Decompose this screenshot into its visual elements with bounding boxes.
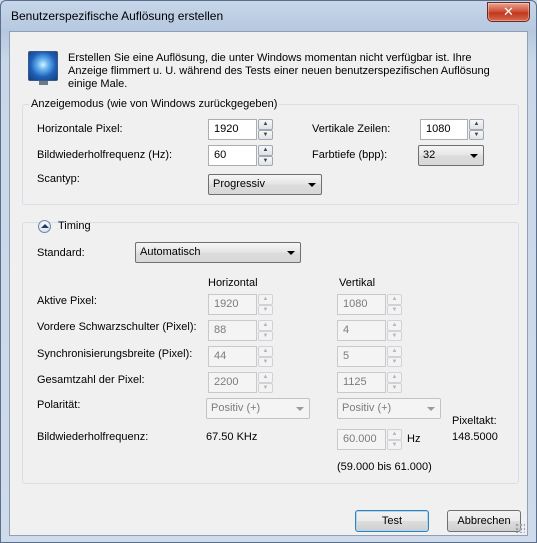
total-pixels-label: Gesamtzahl der Pixel: (37, 374, 145, 386)
active-pixels-h-spinner[interactable]: 1920 ▲ ▼ (208, 294, 273, 315)
close-icon: ✕ (503, 4, 514, 19)
chevron-down-icon (287, 251, 295, 255)
intro-text: Erstellen Sie eine Auflösung, die unter … (68, 52, 490, 90)
column-horizontal-header: Horizontal (208, 277, 258, 289)
vertical-lines-label: Vertikale Zeilen: (312, 123, 391, 135)
horizontal-pixels-spinner[interactable]: 1920 ▲ ▼ (208, 119, 273, 140)
sync-width-v-input[interactable]: 5 (337, 346, 386, 367)
active-pixels-v-input[interactable]: 1080 (337, 294, 386, 315)
vertical-frequency-spinner[interactable]: 60.000 ▲ ▼ (337, 429, 402, 450)
collapse-timing-icon[interactable] (38, 220, 51, 233)
dialog-body: Erstellen Sie eine Auflösung, die unter … (9, 31, 528, 536)
spin-up-icon[interactable]: ▲ (469, 119, 484, 130)
column-vertical-header: Vertikal (339, 277, 376, 289)
scan-type-label: Scantyp: (37, 173, 80, 185)
front-porch-h-input[interactable]: 88 (208, 320, 257, 341)
refresh-rate-input[interactable]: 60 (208, 145, 257, 166)
sync-width-label: Synchronisierungsbreite (Pixel): (37, 348, 193, 360)
monitor-icon (28, 51, 58, 85)
spin-down-icon[interactable]: ▼ (258, 382, 273, 393)
test-button[interactable]: Test (355, 510, 429, 532)
spin-up-icon[interactable]: ▲ (258, 145, 273, 156)
polarity-v-select[interactable]: Positiv (+) (337, 398, 441, 419)
scan-type-value: Progressiv (213, 178, 265, 190)
refresh-rate-label: Bildwiederholfrequenz (Hz): (37, 149, 173, 161)
sync-width-h-input[interactable]: 44 (208, 346, 257, 367)
window-title: Benutzerspezifische Auflösung erstellen (11, 9, 224, 23)
spin-down-icon[interactable]: ▼ (387, 330, 402, 341)
spin-up-icon[interactable]: ▲ (387, 320, 402, 331)
frequency-range: (59.000 bis 61.000) (337, 461, 432, 473)
timing-label[interactable]: Timing (58, 220, 91, 232)
title-bar[interactable]: Benutzerspezifische Auflösung erstellen … (1, 1, 536, 31)
scan-type-select[interactable]: Progressiv (208, 174, 322, 195)
spin-up-icon[interactable]: ▲ (258, 372, 273, 383)
resize-grip[interactable] (515, 523, 525, 533)
active-pixels-h-input[interactable]: 1920 (208, 294, 257, 315)
color-depth-select[interactable]: 32 (418, 145, 484, 166)
chevron-down-icon (470, 154, 478, 158)
spin-down-icon[interactable]: ▼ (469, 129, 484, 140)
spin-down-icon[interactable]: ▼ (387, 439, 402, 450)
pixel-clock-value: 148.5000 (452, 431, 498, 443)
horizontal-frequency-value: 67.50 KHz (206, 431, 258, 443)
refresh-frequency-label: Bildwiederholfrequenz: (37, 431, 149, 443)
pixel-clock-label: Pixeltakt: (452, 415, 497, 427)
spin-up-icon[interactable]: ▲ (258, 346, 273, 357)
spin-up-icon[interactable]: ▲ (258, 119, 273, 130)
chevron-down-icon (308, 183, 316, 187)
polarity-h-select[interactable]: Positiv (+) (206, 398, 310, 419)
spin-up-icon[interactable]: ▲ (258, 294, 273, 305)
total-pixels-h-input[interactable]: 2200 (208, 372, 257, 393)
spin-down-icon[interactable]: ▼ (387, 356, 402, 367)
polarity-label: Polarität: (37, 399, 81, 411)
standard-value: Automatisch (140, 246, 201, 258)
active-pixels-v-spinner[interactable]: 1080 ▲ ▼ (337, 294, 402, 315)
spin-down-icon[interactable]: ▼ (387, 382, 402, 393)
vertical-frequency-input[interactable]: 60.000 (337, 429, 386, 450)
horizontal-pixels-label: Horizontale Pixel: (37, 123, 123, 135)
spin-up-icon[interactable]: ▲ (387, 294, 402, 305)
dialog-window: Benutzerspezifische Auflösung erstellen … (0, 0, 537, 543)
display-mode-group-label: Anzeigemodus (wie von Windows zurückgege… (29, 98, 280, 110)
total-pixels-h-spinner[interactable]: 2200 ▲ ▼ (208, 372, 273, 393)
vertical-lines-input[interactable]: 1080 (420, 119, 468, 140)
sync-width-h-spinner[interactable]: 44 ▲ ▼ (208, 346, 273, 367)
refresh-rate-spinner[interactable]: 60 ▲ ▼ (208, 145, 273, 166)
vertical-lines-spinner[interactable]: 1080 ▲ ▼ (420, 119, 484, 140)
cancel-button[interactable]: Abbrechen (447, 510, 521, 532)
spin-down-icon[interactable]: ▼ (258, 304, 273, 315)
polarity-v-value: Positiv (+) (342, 402, 392, 414)
standard-select[interactable]: Automatisch (135, 242, 301, 263)
front-porch-v-spinner[interactable]: 4 ▲ ▼ (337, 320, 402, 341)
total-pixels-v-input[interactable]: 1125 (337, 372, 386, 393)
spin-down-icon[interactable]: ▼ (258, 356, 273, 367)
spin-down-icon[interactable]: ▼ (387, 304, 402, 315)
spin-down-icon[interactable]: ▼ (258, 155, 273, 166)
spin-down-icon[interactable]: ▼ (258, 330, 273, 341)
spin-up-icon[interactable]: ▲ (258, 320, 273, 331)
color-depth-label: Farbtiefe (bpp): (312, 149, 388, 161)
spin-up-icon[interactable]: ▲ (387, 429, 402, 440)
chevron-down-icon (296, 407, 304, 411)
active-pixels-label: Aktive Pixel: (37, 295, 97, 307)
color-depth-value: 32 (423, 149, 436, 161)
standard-label: Standard: (37, 247, 85, 259)
chevron-down-icon (427, 407, 435, 411)
total-pixels-v-spinner[interactable]: 1125 ▲ ▼ (337, 372, 402, 393)
front-porch-h-spinner[interactable]: 88 ▲ ▼ (208, 320, 273, 341)
polarity-h-value: Positiv (+) (211, 402, 261, 414)
close-button[interactable]: ✕ (487, 2, 530, 22)
spin-up-icon[interactable]: ▲ (387, 346, 402, 357)
frequency-unit: Hz (407, 433, 421, 445)
spin-down-icon[interactable]: ▼ (258, 129, 273, 140)
front-porch-label: Vordere Schwarzschulter (Pixel): (37, 321, 197, 333)
horizontal-pixels-input[interactable]: 1920 (208, 119, 257, 140)
front-porch-v-input[interactable]: 4 (337, 320, 386, 341)
spin-up-icon[interactable]: ▲ (387, 372, 402, 383)
sync-width-v-spinner[interactable]: 5 ▲ ▼ (337, 346, 402, 367)
